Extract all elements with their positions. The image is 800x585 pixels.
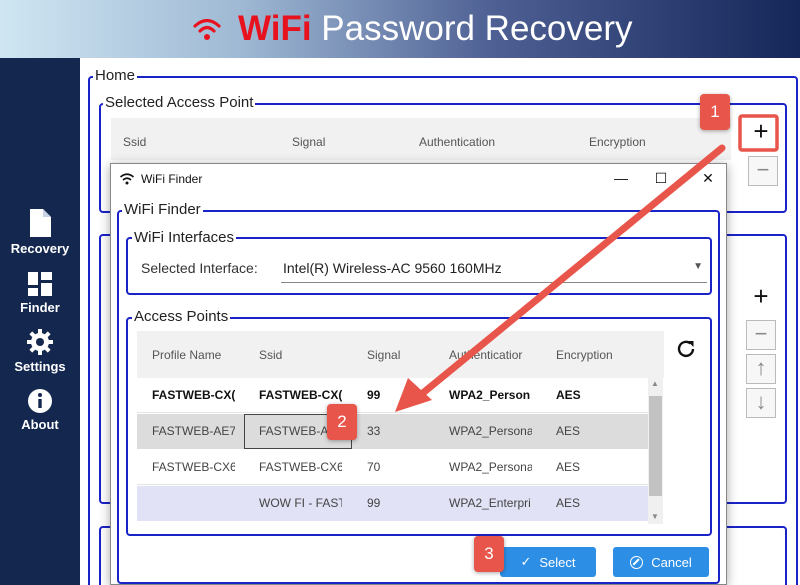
table-cell: FASTWEB-CX6 (259, 460, 342, 474)
table-cell: AES (556, 496, 581, 510)
table-cell: WPA2_Persona (449, 460, 532, 474)
table-cell: WOW FI - FAST (259, 496, 342, 510)
add-button[interactable]: + (746, 118, 776, 148)
cancel-button-label: Cancel (651, 554, 692, 570)
home-label: Home (93, 67, 138, 84)
sidebar-item-finder[interactable]: Finder (0, 271, 80, 315)
sidebar-item-label: Settings (14, 359, 66, 374)
gear-icon (27, 329, 53, 355)
table-cell (152, 486, 235, 521)
table-cell: 33 (367, 424, 381, 438)
wifi-finder-group-label: WiFi Finder (122, 201, 203, 218)
info-icon (28, 389, 52, 413)
annotation-badge-1: 1 (700, 94, 730, 130)
table-cell: FASTWEB-AE7/ (152, 424, 235, 438)
table-cell: 99 (367, 388, 381, 402)
move-up-button[interactable]: ↑ (746, 354, 776, 384)
sidebar: Recovery Finder Settings About (0, 58, 80, 585)
app-title: WiFi Password Recovery (238, 9, 633, 49)
select-button-label: Select (539, 554, 576, 570)
column-header: Ssid (259, 348, 283, 362)
column-header: Encryption (556, 348, 613, 362)
close-button[interactable]: ✕ (698, 170, 718, 187)
remove-profile-button[interactable]: − (746, 320, 776, 350)
wifi-icon (119, 173, 135, 185)
app-title-accent: WiFi (238, 9, 312, 48)
banner-content: WiFi Password Recovery (192, 9, 633, 49)
dialog-titlebar[interactable]: WiFi Finder — ☐ ✕ (111, 164, 726, 194)
interface-dropdown[interactable]: Intel(R) Wireless-AC 9560 160MHz ▼ (281, 256, 707, 283)
column-header: Signal (292, 135, 326, 149)
move-down-button[interactable]: ↓ (746, 388, 776, 418)
sidebar-item-settings[interactable]: Settings (0, 328, 80, 374)
wifi-interfaces-label: WiFi Interfaces (132, 229, 237, 246)
table-cell: FASTWEB-CX6 (152, 460, 235, 474)
document-icon (30, 209, 51, 237)
annotation-badge-3: 3 (474, 536, 504, 572)
sidebar-item-label: Recovery (10, 241, 70, 256)
maximize-button[interactable]: ☐ (651, 170, 671, 187)
interface-dropdown-value: Intel(R) Wireless-AC 9560 160MHz (283, 260, 502, 276)
prohibit-icon (630, 555, 644, 569)
table-cell: WPA2_Enterpri (449, 496, 531, 510)
table-cell: AES (556, 388, 581, 402)
scroll-up-icon[interactable]: ▲ (651, 379, 659, 388)
annotation-badge-2: 2 (327, 404, 357, 440)
sidebar-item-recovery[interactable]: Recovery (0, 208, 80, 256)
grid-icon (28, 272, 52, 296)
scroll-down-icon[interactable]: ▼ (651, 512, 659, 521)
chevron-down-icon: ▼ (693, 261, 703, 272)
select-button[interactable]: ✓ Select (500, 547, 596, 577)
table-row[interactable]: FASTWEB-AE7/ FASTWEB-A 33 WPA2_Persona A… (137, 414, 649, 449)
sidebar-item-about[interactable]: About (0, 388, 80, 432)
table-cell: WPA2_Persona (449, 424, 532, 438)
table-row[interactable]: WOW FI - FAST 99 WPA2_Enterpri AES (137, 486, 649, 521)
selected-access-point-label: Selected Access Point (103, 94, 256, 111)
app-title-rest: Password Recovery (311, 9, 633, 48)
table-cell: WPA2_Person (449, 388, 531, 402)
wifi-icon (193, 18, 221, 40)
sidebar-item-label: Finder (20, 300, 60, 315)
table-row[interactable]: FASTWEB-CX6 FASTWEB-CX6 70 WPA2_Persona … (137, 450, 649, 485)
sidebar-item-label: About (21, 417, 59, 432)
access-points-label: Access Points (132, 308, 231, 325)
table-cell: AES (556, 424, 581, 438)
selected-interface-label: Selected Interface: (141, 260, 258, 276)
column-header: Ssid (123, 135, 147, 149)
table-cell: FASTWEB-CX( (152, 388, 235, 402)
refresh-icon[interactable] (675, 338, 697, 360)
column-header: Authenticatior (449, 348, 523, 362)
column-header: Profile Name (152, 348, 222, 362)
column-header: Signal (367, 348, 401, 362)
column-header: Authentication (419, 135, 496, 149)
title-banner: WiFi Password Recovery (0, 0, 800, 58)
column-header: Encryption (589, 135, 646, 149)
table-cell: 99 (367, 496, 381, 510)
remove-button[interactable]: − (748, 156, 778, 186)
access-points-table-body: FASTWEB-CX( FASTWEB-CX( 99 WPA2_Person A… (137, 378, 649, 524)
minimize-button[interactable]: — (611, 170, 631, 186)
table-cell: AES (556, 460, 581, 474)
cancel-button[interactable]: Cancel (613, 547, 709, 577)
table-scrollbar[interactable]: ▲ ▼ (648, 378, 663, 524)
scrollbar-thumb[interactable] (649, 396, 662, 496)
table-cell: 70 (367, 460, 381, 474)
table-row[interactable]: FASTWEB-CX( FASTWEB-CX( 99 WPA2_Person A… (137, 378, 649, 413)
dialog-title: WiFi Finder (141, 172, 203, 186)
checkmark-icon: ✓ (520, 554, 532, 569)
add-profile-button[interactable]: + (746, 283, 776, 313)
